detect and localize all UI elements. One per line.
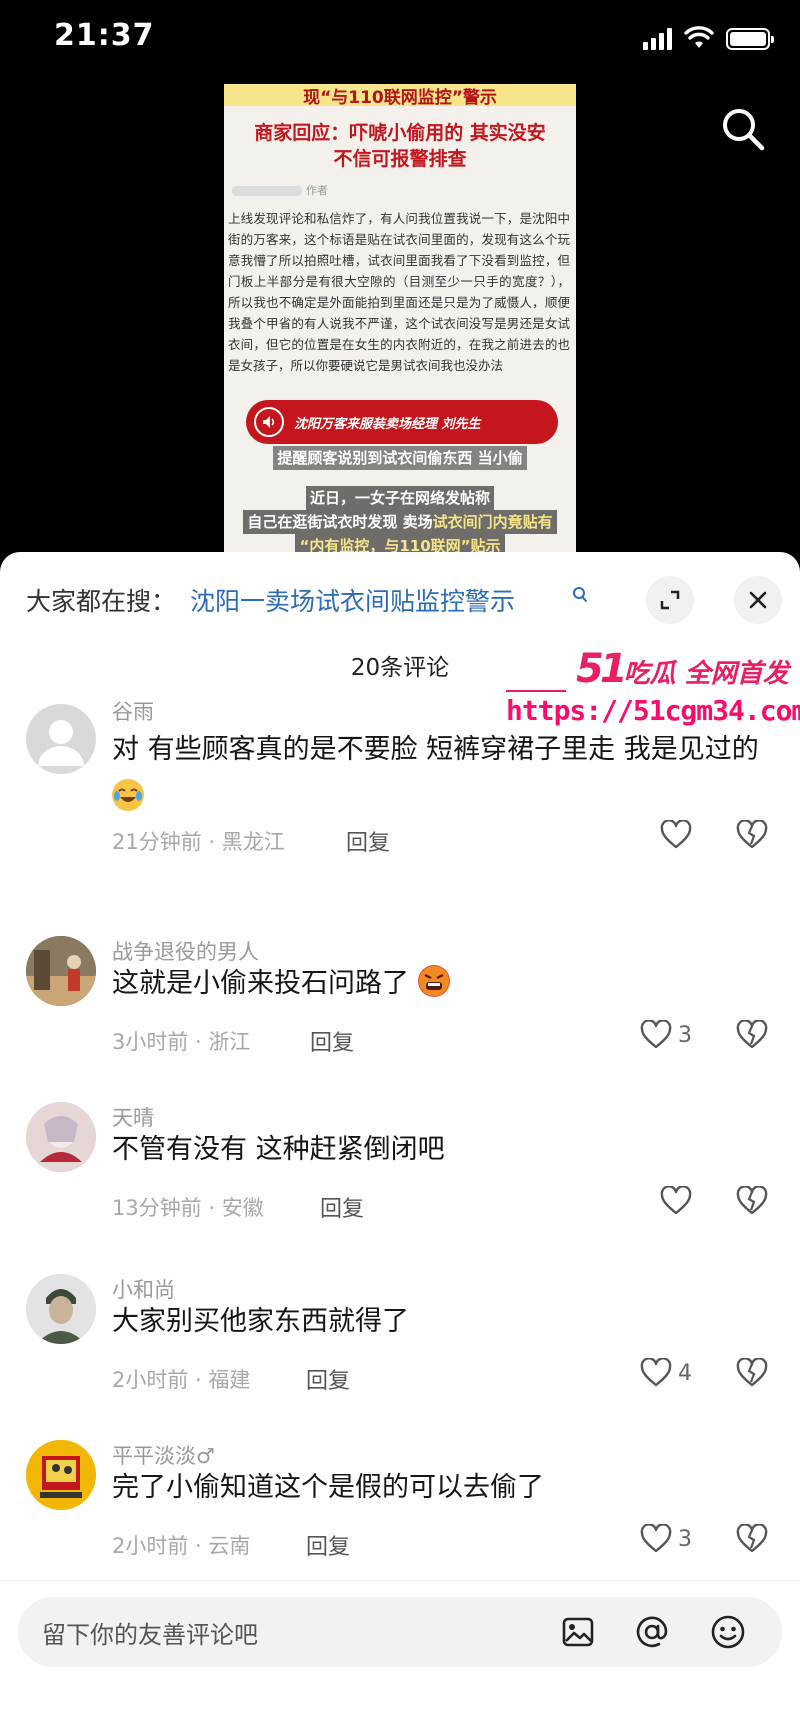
- avatar[interactable]: [26, 704, 96, 774]
- comment-username[interactable]: 谷雨: [112, 696, 154, 726]
- video-speaker-banner: 沈阳万客来服装卖场经理 刘先生: [246, 400, 558, 444]
- crying-laughing-emoji: [112, 779, 144, 811]
- comment-meta: 3小时前 · 浙江: [112, 1030, 251, 1054]
- dislike-button[interactable]: [736, 1357, 768, 1392]
- comment-item: 平平淡淡♂ 完了小偷知道这个是假的可以去偷了 2小时前 · 云南 回复 3: [0, 1440, 800, 1570]
- at-icon[interactable]: [632, 1612, 672, 1652]
- comment-meta: 13分钟前 · 安徽: [112, 1196, 264, 1220]
- like-count: 3: [678, 1022, 692, 1048]
- search-icon[interactable]: [716, 102, 770, 156]
- video-headline-line2: 不信可报警排查: [333, 148, 467, 170]
- video-captions: 提醒顾客说别到试衣间偷东西 当小偷 近日，一女子在网络发帖称 自己在逛街试衣时发…: [224, 446, 576, 554]
- video-subtitle: 提醒顾客说别到试衣间偷东西 当小偷: [273, 446, 527, 470]
- comment-input-placeholder: 留下你的友善评论吧: [42, 1621, 258, 1649]
- comment-item: 天晴 不管有没有 这种赶紧倒闭吧 13分钟前 · 安徽 回复: [0, 1102, 800, 1232]
- reply-button[interactable]: 回复: [310, 1025, 354, 1057]
- emoji-icon[interactable]: [708, 1612, 748, 1652]
- video-caption-line2-a: 自己在逛街试衣时发现 卖场: [247, 513, 433, 531]
- avatar[interactable]: [26, 1102, 96, 1172]
- avatar[interactable]: [26, 1440, 96, 1510]
- heart-icon: [660, 1186, 692, 1215]
- watermark-text: 吃瓜 全网首发: [623, 659, 789, 689]
- video-headline-line1: 商家回应：吓唬小偷用的 其实没安: [254, 122, 546, 144]
- angry-cursing-emoji: [417, 965, 450, 997]
- dislike-button[interactable]: [736, 1523, 768, 1558]
- like-button[interactable]: 3: [640, 1524, 692, 1554]
- comment-text: 大家别买他家东西就得了: [112, 1306, 409, 1337]
- comment-input[interactable]: 留下你的友善评论吧: [18, 1597, 782, 1667]
- comment-meta: 2小时前 · 福建: [112, 1368, 251, 1392]
- avatar[interactable]: [26, 1274, 96, 1344]
- broken-heart-icon: [736, 1185, 768, 1215]
- dislike-button[interactable]: [736, 1185, 768, 1220]
- signal-icon: [643, 28, 672, 50]
- heart-icon: [640, 1358, 672, 1387]
- reply-button[interactable]: 回复: [306, 1363, 350, 1395]
- search-suggest-prefix: 大家都在搜：: [26, 587, 177, 616]
- like-button[interactable]: [660, 1186, 692, 1216]
- reply-button[interactable]: 回复: [320, 1191, 364, 1223]
- video-author-label: 作者: [306, 184, 328, 197]
- comment-item: 战争退役的男人 这就是小偷来投石问路了 3小时前 · 浙江 回复 3: [0, 936, 800, 1066]
- dislike-button[interactable]: [736, 1019, 768, 1054]
- status-icons: [643, 26, 774, 50]
- dislike-button[interactable]: [736, 819, 768, 854]
- image-icon[interactable]: [558, 1612, 598, 1652]
- video-speaker-label: 沈阳万客来服装卖场经理 刘先生: [294, 416, 481, 432]
- reply-button[interactable]: 回复: [306, 1529, 350, 1561]
- close-button[interactable]: [734, 576, 782, 624]
- comment-meta: 2小时前 · 云南: [112, 1534, 251, 1558]
- video-top-banner: 现“与110联网监控”警示: [224, 84, 576, 108]
- heart-icon: [640, 1020, 672, 1049]
- watermark-title: 51吃瓜 全网首发: [576, 646, 789, 692]
- wifi-icon: [684, 26, 714, 48]
- battery-icon: [726, 28, 774, 50]
- broken-heart-icon: [736, 1357, 768, 1387]
- video-author: 作者: [232, 182, 576, 198]
- broken-heart-icon: [736, 1523, 768, 1553]
- expand-icon: [660, 590, 680, 610]
- video-caption-line1: 近日，一女子在网络发帖称: [305, 486, 494, 510]
- status-time: 21:37: [54, 18, 155, 53]
- video-caption-line2-b: 试衣间门内竟贴有: [432, 513, 553, 531]
- video-headline: 商家回应：吓唬小偷用的 其实没安 不信可报警排查: [224, 120, 576, 172]
- heart-icon: [660, 820, 692, 849]
- sheet-header: 大家都在搜： 沈阳一卖场试衣间贴监控警示 20条评论: [0, 552, 800, 681]
- comment-text-content: 这就是小偷来投石问路了: [112, 968, 409, 999]
- comment-meta: 21分钟前 · 黑龙江: [112, 830, 285, 854]
- search-small-icon[interactable]: [572, 586, 588, 604]
- expand-button[interactable]: [646, 576, 694, 624]
- watermark-decoration: [506, 690, 566, 692]
- video-caption-line2: 自己在逛街试衣时发现 卖场试衣间门内竟贴有: [243, 510, 557, 534]
- comment-text-content: 对 有些顾客真的是不要脸 短裤穿裙子里走 我是见过的: [112, 734, 759, 765]
- comment-item: 小和尚 大家别买他家东西就得了 2小时前 · 福建 回复 4: [0, 1274, 800, 1404]
- avatar[interactable]: [26, 936, 96, 1006]
- comments-sheet: 大家都在搜： 沈阳一卖场试衣间贴监控警示 20条评论 51吃瓜 全网首发 htt…: [0, 552, 800, 1733]
- heart-icon: [640, 1524, 672, 1553]
- close-icon: [749, 591, 767, 609]
- comment-text: 这就是小偷来投石问路了: [112, 960, 762, 1008]
- like-button[interactable]: 4: [640, 1358, 692, 1388]
- search-suggest-link[interactable]: 沈阳一卖场试衣间贴监控警示: [190, 582, 515, 618]
- like-count: 3: [678, 1526, 692, 1552]
- video-caption-line3: “内有监控，与110联网”贴示: [295, 534, 505, 554]
- speaker-icon: [254, 407, 284, 437]
- like-button[interactable]: [660, 820, 692, 850]
- watermark-number: 51: [576, 646, 628, 692]
- video-body-text: 上线发现评论和私信炸了，有人问我位置我说一下，是沈阳中街的万客来，这个标语是贴在…: [228, 211, 570, 373]
- video-frame[interactable]: 现“与110联网监控”警示 商家回应：吓唬小偷用的 其实没安 不信可报警排查 作…: [224, 84, 576, 554]
- comment-text: 完了小偷知道这个是假的可以去偷了: [112, 1472, 544, 1503]
- comment-text: 不管有没有 这种赶紧倒闭吧: [112, 1134, 445, 1165]
- like-count: 4: [678, 1360, 692, 1386]
- reply-button[interactable]: 回复: [346, 825, 390, 857]
- comment-text: 对 有些顾客真的是不要脸 短裤穿裙子里走 我是见过的: [112, 726, 762, 822]
- broken-heart-icon: [736, 819, 768, 849]
- comment-item: 谷雨 对 有些顾客真的是不要脸 短裤穿裙子里走 我是见过的 21分钟前 · 黑龙…: [0, 696, 800, 856]
- comment-input-bar: 留下你的友善评论吧: [0, 1580, 800, 1733]
- like-button[interactable]: 3: [640, 1020, 692, 1050]
- broken-heart-icon: [736, 1019, 768, 1049]
- status-bar: 21:37: [0, 0, 800, 80]
